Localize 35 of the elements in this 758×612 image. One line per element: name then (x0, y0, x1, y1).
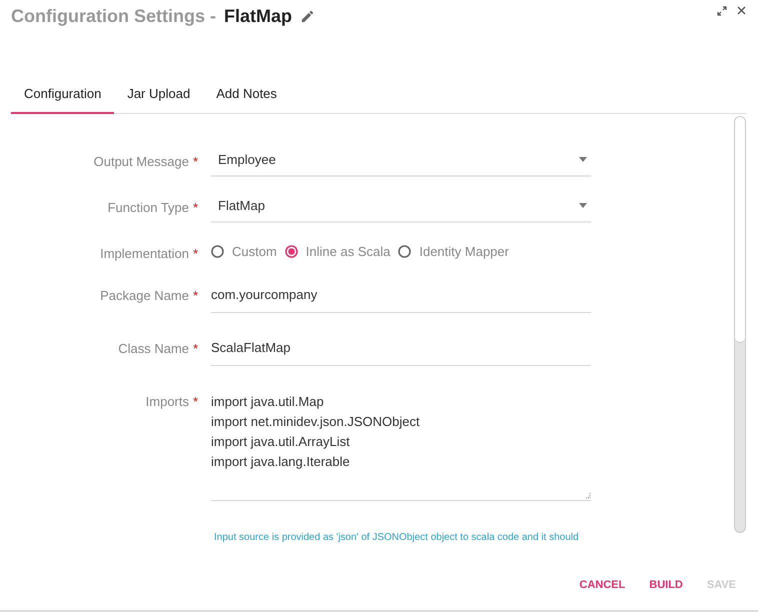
required-mark: * (192, 393, 200, 409)
dropdown-caret-icon (579, 157, 587, 162)
field-label: Package Name (99, 287, 189, 303)
expand-icon[interactable] (717, 6, 727, 16)
tab[interactable]: Configuration (11, 72, 114, 114)
tab[interactable]: Add Notes (203, 72, 290, 114)
input-field[interactable]: com.yourcompany (211, 284, 591, 313)
field-label: Output Message (92, 153, 189, 169)
input-field[interactable]: ScalaFlatMap (211, 337, 591, 366)
field-label: Class Name (117, 340, 189, 356)
select-field[interactable]: Employee (211, 150, 591, 177)
action-button[interactable]: BUILD (641, 575, 691, 595)
field-label: Function Type (106, 199, 189, 215)
help-text: Input source is provided as 'json' of JSONObject object to scala code and it should (214, 532, 580, 543)
component-name: FlatMap (224, 6, 292, 27)
action-button[interactable]: CANCEL (571, 575, 634, 595)
required-mark: * (192, 245, 200, 261)
radio-option[interactable]: Inline as Scala (284, 244, 390, 259)
dropdown-caret-icon (579, 203, 587, 208)
tab[interactable]: Jar Upload (114, 72, 204, 114)
radio-option[interactable]: Identity Mapper (398, 244, 509, 259)
resize-grip-icon[interactable] (584, 492, 591, 499)
dialog-title: Configuration Settings - (11, 6, 216, 27)
scrollbar[interactable] (734, 116, 746, 533)
field-label: Imports (144, 393, 189, 409)
text-area[interactable]: import java.util.Map import net.minidev.json.JSONObject import java.util.ArrayList import java.lang.Iterable (211, 390, 591, 501)
close-icon[interactable] (737, 6, 746, 15)
required-mark: * (192, 153, 200, 169)
edit-icon[interactable] (300, 9, 315, 24)
radio-option[interactable]: Custom (211, 244, 277, 259)
required-mark: * (192, 287, 200, 303)
required-mark: * (192, 199, 200, 215)
select-field[interactable]: FlatMap (211, 196, 591, 223)
required-mark: * (192, 340, 200, 356)
field-label: Implementation (99, 245, 189, 261)
